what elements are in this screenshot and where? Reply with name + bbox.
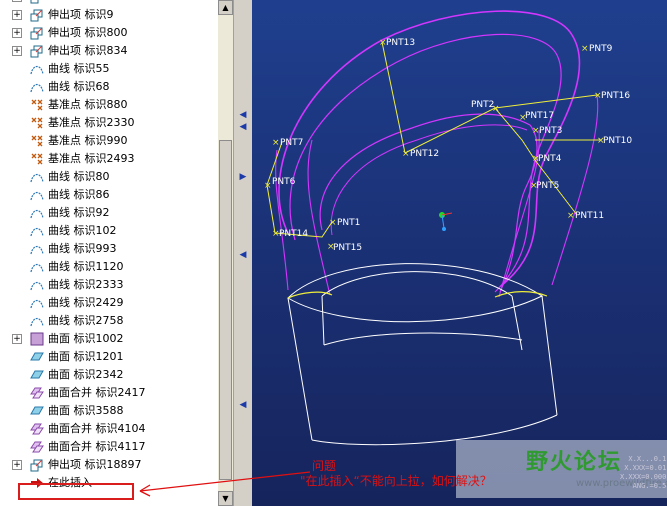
annotation-arrow-layer (139, 471, 311, 497)
annotation-arrow (139, 471, 311, 492)
annotation-title: 问题 (312, 459, 337, 473)
annotation-text: "在此插入“不能向上拉，如何解决？ (300, 474, 492, 488)
annotation-callout: 问题 "在此插入“不能向上拉，如何解决？ (300, 459, 492, 489)
